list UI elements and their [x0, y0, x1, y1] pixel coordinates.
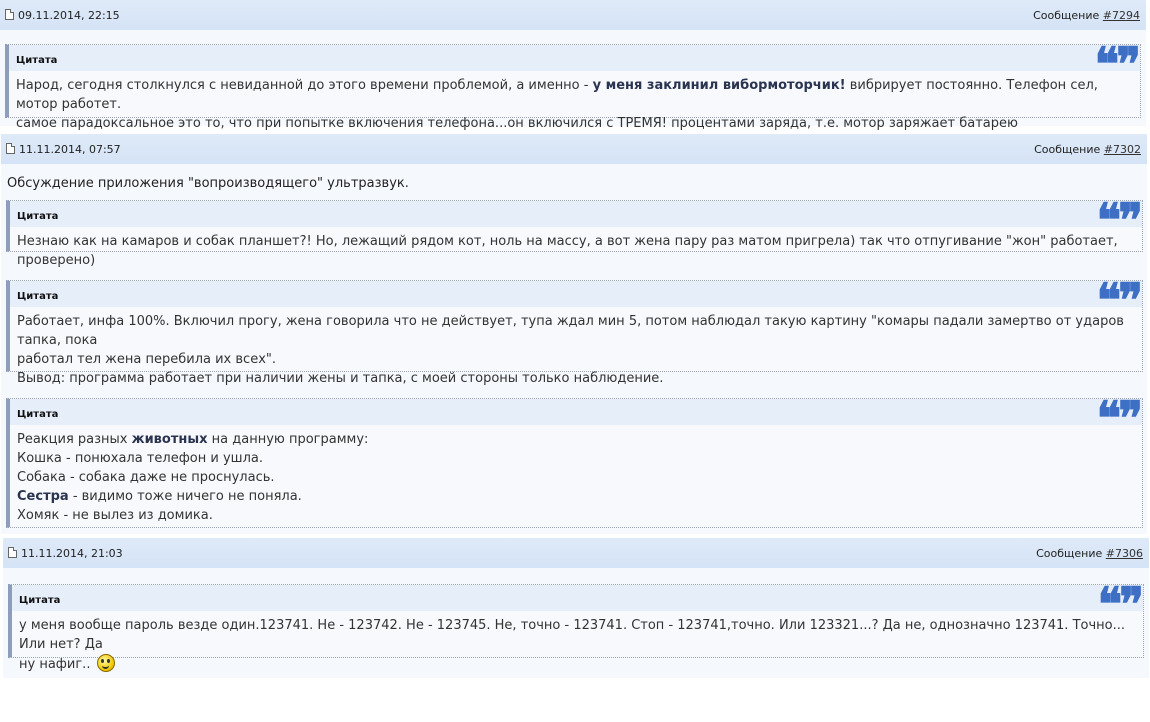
message-link[interactable]: #7294	[1103, 9, 1140, 22]
quote-header: Цитата	[9, 45, 1140, 71]
quote-block: Цитата ❝❞ Народ, сегодня столкнулся с не…	[5, 41, 1141, 131]
message-number: Сообщение #7302	[1034, 143, 1141, 156]
post-3: 11.11.2014, 21:03 Сообщение #7306 Цитата…	[3, 538, 1149, 678]
smiley-icon	[96, 654, 115, 672]
post-document-icon	[8, 547, 17, 558]
post-header: 11.11.2014, 07:57 Сообщение #7302	[1, 134, 1147, 164]
quote-text: Реакция разных животных на данную програ…	[17, 432, 369, 523]
quote-text: у меня вообще пароль везде один.123741. …	[19, 618, 1125, 672]
post-2: 11.11.2014, 07:57 Сообщение #7302 Обсужд…	[1, 134, 1147, 534]
post-text: Обсуждение приложения "вопроизводящего" …	[7, 176, 409, 191]
quote-text: Народ, сегодня столкнулся с невиданной д…	[16, 78, 1098, 131]
quote-block: Цитата ❝❞ Реакция разных животных на дан…	[6, 395, 1143, 528]
quote-header: Цитата	[10, 399, 1142, 425]
post-1: 09.11.2014, 22:15 Сообщение #7294 Цитата…	[0, 0, 1146, 131]
message-link[interactable]: #7306	[1106, 547, 1143, 560]
message-link[interactable]: #7302	[1104, 143, 1141, 156]
post-document-icon	[6, 143, 15, 154]
quote-header: Цитата	[12, 585, 1143, 611]
quote-header: Цитата	[10, 201, 1142, 227]
message-number: Сообщение #7306	[1036, 547, 1143, 560]
quote-text: Работает, инфа 100%. Включил прогу, жена…	[17, 314, 1124, 386]
post-date: 11.11.2014, 07:57	[6, 143, 121, 156]
quote-text: Незнаю как на камаров и собак планшет?! …	[17, 234, 1118, 268]
quote-block: Цитата ❝❞ Незнаю как на камаров и собак …	[6, 197, 1143, 268]
post-document-icon	[5, 9, 14, 20]
post-date: 11.11.2014, 21:03	[8, 547, 123, 560]
post-header: 11.11.2014, 21:03 Сообщение #7306	[3, 538, 1149, 568]
post-date: 09.11.2014, 22:15	[5, 9, 120, 22]
quote-block: Цитата ❝❞ у меня вообще пароль везде оди…	[8, 581, 1144, 672]
message-number: Сообщение #7294	[1033, 9, 1140, 22]
quote-header: Цитата	[10, 281, 1142, 307]
post-header: 09.11.2014, 22:15 Сообщение #7294	[0, 0, 1146, 30]
quote-block: Цитата ❝❞ Работает, инфа 100%. Включил п…	[6, 277, 1143, 386]
